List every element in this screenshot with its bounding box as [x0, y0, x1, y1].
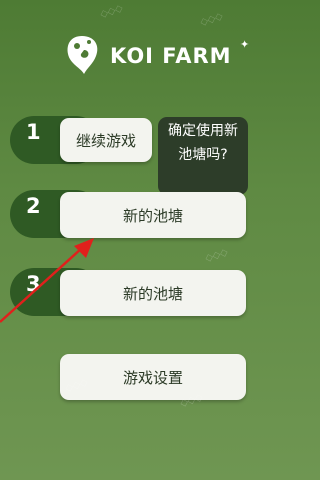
red-arrow-annotation	[0, 238, 94, 323]
